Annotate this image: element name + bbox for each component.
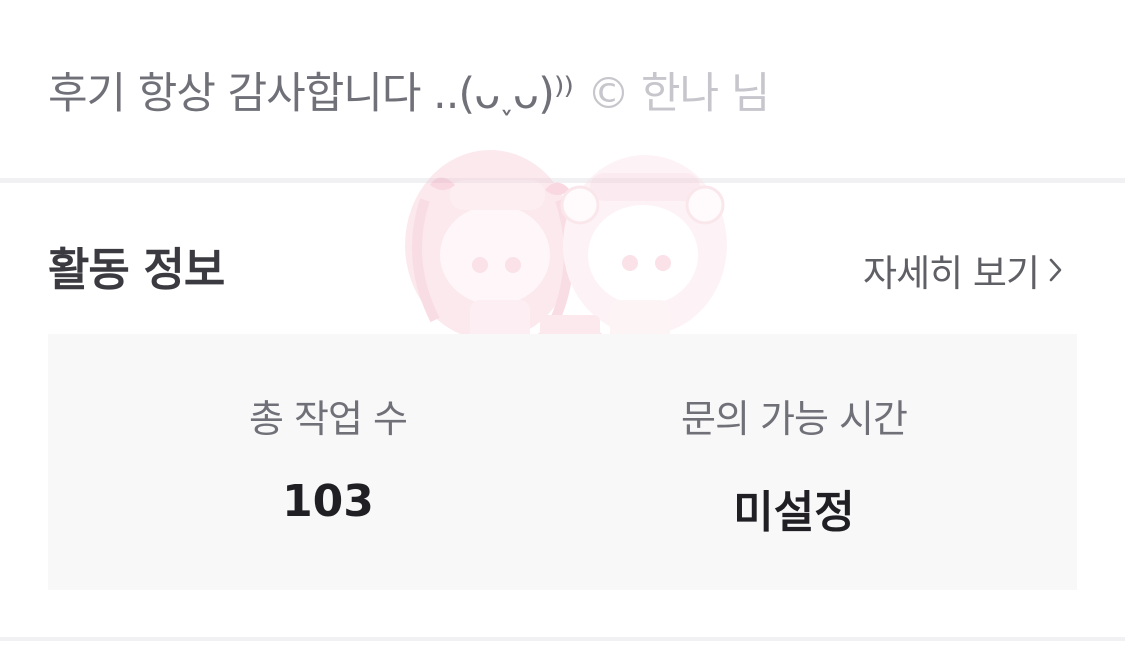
section-divider-bottom — [0, 637, 1125, 641]
more-details-link[interactable]: 자세히 보기 — [863, 243, 1063, 297]
illustration-watermark — [405, 150, 727, 355]
activity-stats: 총 작업 수 103 문의 가능 시간 미설정 — [48, 334, 1077, 590]
stat-value: 미설정 — [733, 487, 855, 538]
stat-label: 문의 가능 시간 — [681, 397, 908, 441]
stat-label: 총 작업 수 — [249, 397, 408, 441]
review-author-name: 한나 님 — [641, 69, 770, 119]
review-row: 후기 항상 감사합니다 ..(ᴗ˯ᴗ)⁾⁾ © 한나 님 — [48, 58, 770, 122]
stat-total-jobs: 총 작업 수 103 — [148, 334, 508, 527]
review-author: © 한나 님 — [587, 59, 770, 121]
stat-value: 103 — [282, 476, 374, 527]
copyright-symbol: © — [587, 69, 630, 119]
stat-inquiry-hours: 문의 가능 시간 미설정 — [614, 334, 974, 540]
review-text: 후기 항상 감사합니다 ..(ᴗ˯ᴗ)⁾⁾ — [48, 69, 574, 119]
activity-title: 활동 정보 — [48, 243, 225, 296]
more-details-label: 자세히 보기 — [863, 252, 1040, 295]
chevron-right-icon — [1049, 258, 1062, 282]
